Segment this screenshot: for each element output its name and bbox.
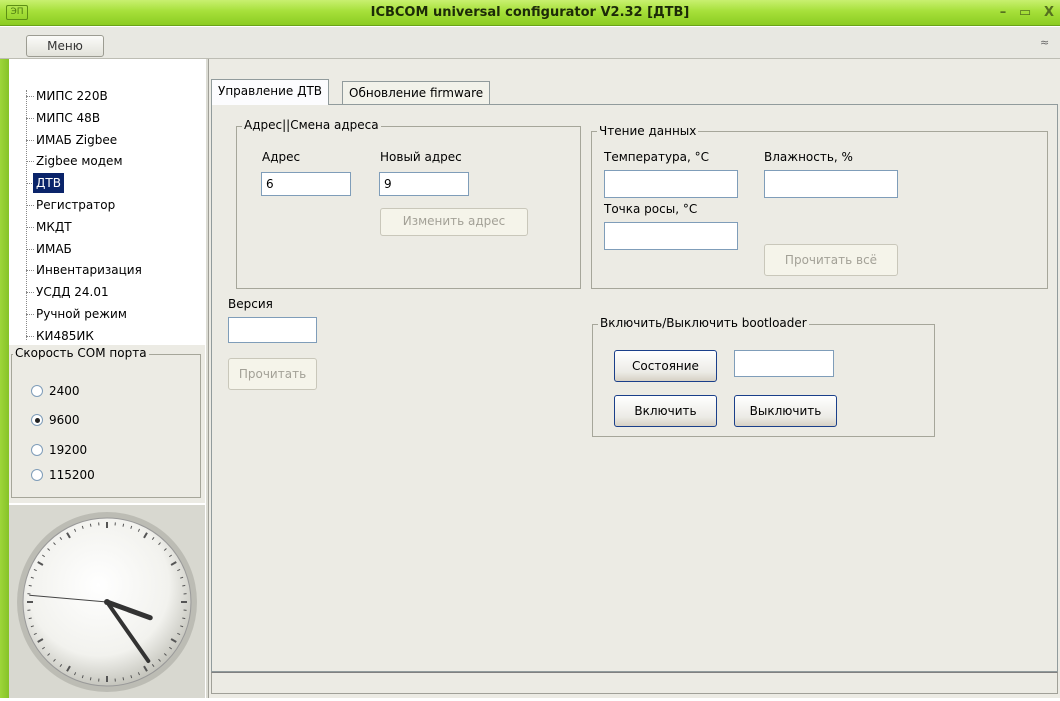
tree-item[interactable]: ИМАБ xyxy=(36,239,72,259)
radio-9600[interactable]: 9600 xyxy=(31,411,80,429)
tree-connector xyxy=(26,270,34,271)
dew-point-field[interactable] xyxy=(604,222,738,250)
tree-item[interactable]: МИПС 220В xyxy=(36,86,108,106)
tree-item[interactable]: Zigbee модем xyxy=(36,151,123,171)
radio-label: 115200 xyxy=(49,468,95,482)
radio-label: 9600 xyxy=(49,413,80,427)
tree-connector xyxy=(26,314,34,315)
tree-item[interactable]: МИПС 48В xyxy=(36,108,100,128)
minimize-icon[interactable]: – xyxy=(994,4,1012,22)
tree-connector xyxy=(26,336,34,337)
collapse-icon[interactable]: ≈ xyxy=(1040,36,1049,49)
radio-button[interactable] xyxy=(31,469,43,481)
read-version-button[interactable]: Прочитать xyxy=(228,358,317,390)
read-all-button[interactable]: Прочитать всё xyxy=(764,244,898,276)
tree-connector xyxy=(26,118,34,119)
clock-tick xyxy=(29,618,32,619)
com-speed-legend: Скорость COM порта xyxy=(13,346,149,360)
change-address-button[interactable]: Изменить адрес xyxy=(380,208,528,236)
tree-item[interactable]: ИМАБ Zigbee xyxy=(36,130,117,150)
address-field[interactable]: 6 xyxy=(261,172,351,196)
tree-item[interactable]: УСДД 24.01 xyxy=(36,282,109,302)
tree-item[interactable]: ДТВ xyxy=(33,173,64,193)
radio-label: 2400 xyxy=(49,384,80,398)
radio-button[interactable] xyxy=(31,444,43,456)
window-frame-edge xyxy=(0,59,9,698)
address-group-legend: Адрес||Смена адреса xyxy=(242,118,381,132)
dew-point-label: Точка росы, °С xyxy=(604,202,697,216)
state-button[interactable]: Состояние xyxy=(614,350,717,382)
tree-item[interactable]: КИ485ИК xyxy=(36,326,94,346)
radio-button[interactable] xyxy=(31,385,43,397)
window-title: ICBCOM universal configurator V2.32 [ДТВ… xyxy=(0,0,1060,26)
close-icon[interactable]: X xyxy=(1040,4,1058,22)
new-address-label: Новый адрес xyxy=(380,150,462,164)
tree-connector xyxy=(26,96,34,97)
new-address-field[interactable]: 9 xyxy=(379,172,469,196)
tree-connector xyxy=(26,140,34,141)
clock-panel xyxy=(9,505,205,698)
tab-firmware-update[interactable]: Обновление firmware xyxy=(342,81,490,105)
temperature-field[interactable] xyxy=(604,170,738,198)
clock-tick xyxy=(182,618,185,619)
tree-item[interactable]: Регистратор xyxy=(36,195,115,215)
tree-connector xyxy=(26,227,34,228)
humidity-label: Влажность, % xyxy=(764,150,853,164)
tree-connector xyxy=(26,90,27,340)
tab-dtv-control[interactable]: Управление ДТВ xyxy=(211,79,329,105)
enable-bootloader-button[interactable]: Включить xyxy=(614,395,717,427)
bootloader-legend: Включить/Выключить bootloader xyxy=(598,316,809,330)
analog-clock xyxy=(9,505,205,698)
tree-connector xyxy=(26,161,34,162)
menu-button[interactable]: Меню xyxy=(26,35,104,57)
version-field[interactable] xyxy=(228,317,317,343)
disable-bootloader-button[interactable]: Выключить xyxy=(734,395,837,427)
tree-item[interactable]: МКДТ xyxy=(36,217,72,237)
clock-tick xyxy=(29,585,32,586)
tree-item[interactable]: Ручной режим xyxy=(36,304,127,324)
clock-center xyxy=(104,599,110,605)
radio-19200[interactable]: 19200 xyxy=(31,441,87,459)
address-label: Адрес xyxy=(262,150,300,164)
tree-connector xyxy=(26,249,34,250)
com-speed-panel: Скорость COM порта 2400 9600 19200 115200 xyxy=(9,345,205,503)
read-data-legend: Чтение данных xyxy=(597,124,698,138)
radio-2400[interactable]: 2400 xyxy=(31,382,80,400)
radio-label: 19200 xyxy=(49,443,87,457)
clock-tick xyxy=(90,524,91,527)
radio-dot xyxy=(35,418,40,423)
clock-tick xyxy=(182,585,185,586)
radio-115200[interactable]: 115200 xyxy=(31,466,95,484)
humidity-field[interactable] xyxy=(764,170,898,198)
radio-button[interactable] xyxy=(31,414,43,426)
maximize-icon[interactable]: ▭ xyxy=(1016,4,1034,22)
status-strip xyxy=(211,672,1058,694)
tree-connector xyxy=(26,292,34,293)
bootloader-state-field[interactable] xyxy=(734,350,834,377)
clock-tick xyxy=(90,677,91,680)
version-label: Версия xyxy=(228,297,273,311)
tree-item[interactable]: Инвентаризация xyxy=(36,260,142,280)
temperature-label: Температура, °С xyxy=(604,150,709,164)
tree-connector xyxy=(26,205,34,206)
menu-strip xyxy=(0,27,1060,59)
clock-tick xyxy=(123,524,124,527)
clock-tick xyxy=(123,677,124,680)
